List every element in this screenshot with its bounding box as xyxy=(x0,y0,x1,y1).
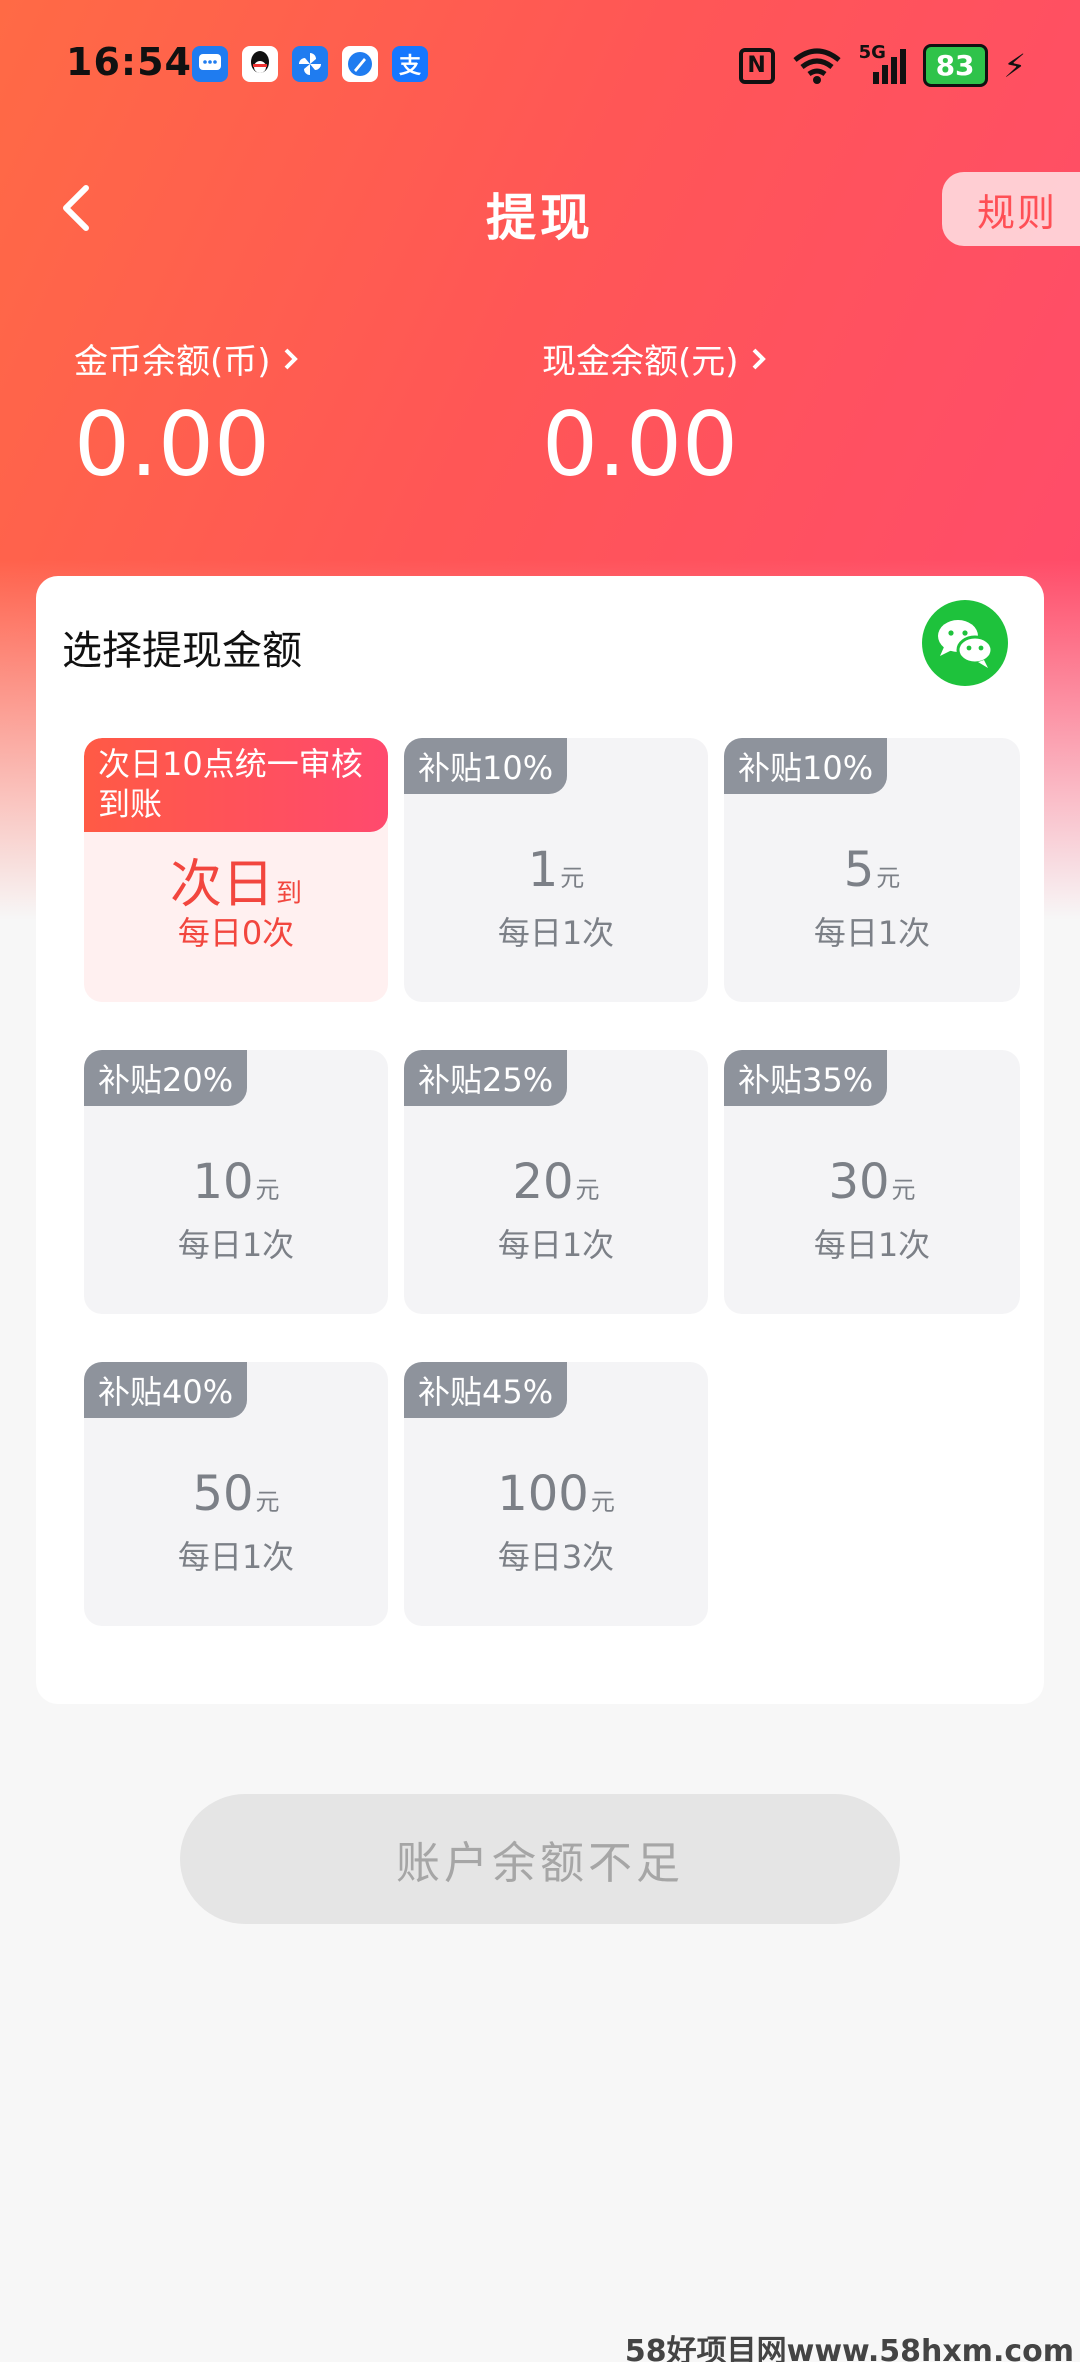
withdraw-title: 选择提现金额 xyxy=(62,628,302,674)
withdraw-submit-button[interactable]: 账户余额不足 xyxy=(180,1794,900,1924)
option-tag: 补贴35% xyxy=(724,1050,888,1106)
option-unit: 元 xyxy=(255,1488,280,1516)
withdraw-card: 选择提现金额 次日10点统一审核到账 次日到 每日0次 补贴10% 1元 每日1… xyxy=(36,576,1044,1704)
option-frequency: 每日3次 xyxy=(497,1538,615,1576)
nfc-icon: N xyxy=(738,47,775,84)
system-icons: N 5G 83 ⚡ xyxy=(738,42,1026,87)
option-unit: 元 xyxy=(255,1176,280,1204)
amount-option-next-day[interactable]: 次日10点统一审核到账 次日到 每日0次 xyxy=(84,738,388,1002)
watermark: 58好项目网www.58hxm.com xyxy=(624,2334,1074,2362)
battery-indicator: 83 xyxy=(922,44,988,87)
option-tag: 次日10点统一审核到账 xyxy=(84,738,388,832)
amount-option-1[interactable]: 补贴10% 1元 每日1次 xyxy=(404,738,708,1002)
option-frequency: 每日1次 xyxy=(813,1226,931,1264)
option-amount: 5 xyxy=(843,842,875,898)
option-unit: 元 xyxy=(560,864,585,892)
network-type: 5G xyxy=(858,41,886,63)
status-time: 16:54 xyxy=(66,40,192,84)
option-frequency: 每日1次 xyxy=(497,1226,615,1264)
option-amount: 30 xyxy=(828,1154,890,1210)
amount-option-10[interactable]: 补贴20% 10元 每日1次 xyxy=(84,1050,388,1314)
page-title: 提现 xyxy=(486,189,594,247)
pinwheel-icon xyxy=(292,46,328,82)
coin-balance[interactable]: 金币余额(币) 0.00 xyxy=(74,334,299,496)
option-amount: 10 xyxy=(192,1154,254,1210)
option-frequency: 每日1次 xyxy=(497,914,615,952)
option-tag: 补贴10% xyxy=(724,738,888,794)
option-amount: 20 xyxy=(512,1154,574,1210)
qq-icon xyxy=(242,46,278,82)
wifi-icon xyxy=(792,48,841,84)
notification-icons: 支 xyxy=(192,46,428,82)
option-amount: 1 xyxy=(527,842,559,898)
amount-option-30[interactable]: 补贴35% 30元 每日1次 xyxy=(724,1050,1020,1314)
option-amount: 50 xyxy=(192,1466,254,1522)
option-tag: 补贴10% xyxy=(404,738,568,794)
option-unit: 元 xyxy=(891,1176,916,1204)
browser-icon xyxy=(342,46,378,82)
option-tag: 补贴45% xyxy=(404,1362,568,1418)
amount-option-5[interactable]: 补贴10% 5元 每日1次 xyxy=(724,738,1020,1002)
option-frequency: 每日1次 xyxy=(177,1226,295,1264)
option-unit: 元 xyxy=(876,864,901,892)
cash-balance-label: 现金余额(元) xyxy=(542,342,739,382)
message-icon xyxy=(192,46,228,82)
option-amount: 次日 xyxy=(169,855,274,915)
amount-option-50[interactable]: 补贴40% 50元 每日1次 xyxy=(84,1362,388,1626)
option-frequency: 每日1次 xyxy=(813,914,931,952)
coin-balance-value: 0.00 xyxy=(74,393,270,496)
option-amount: 100 xyxy=(497,1466,589,1522)
option-tag: 补贴25% xyxy=(404,1050,568,1106)
alipay-icon: 支 xyxy=(392,46,428,82)
cash-balance-value: 0.00 xyxy=(542,393,738,496)
cash-balance[interactable]: 现金余额(元) 0.00 xyxy=(542,334,767,496)
option-unit: 到 xyxy=(276,879,303,909)
option-frequency: 每日0次 xyxy=(177,914,295,952)
option-tag: 补贴20% xyxy=(84,1050,248,1106)
amount-option-20[interactable]: 补贴25% 20元 每日1次 xyxy=(404,1050,708,1314)
status-bar: 16:54 支 N 5G 83 ⚡ xyxy=(0,0,1080,130)
charging-icon: ⚡ xyxy=(1003,46,1026,85)
option-tag: 补贴40% xyxy=(84,1362,248,1418)
signal-icon: 5G xyxy=(859,42,907,86)
chevron-right-icon xyxy=(284,348,298,369)
amount-option-100[interactable]: 补贴45% 100元 每日3次 xyxy=(404,1362,708,1626)
coin-balance-label: 金币余额(币) xyxy=(74,342,271,382)
option-unit: 元 xyxy=(590,1488,615,1516)
option-frequency: 每日1次 xyxy=(177,1538,295,1576)
option-unit: 元 xyxy=(575,1176,600,1204)
rules-button[interactable]: 规则 xyxy=(942,172,1080,246)
wechat-icon[interactable] xyxy=(922,600,1008,686)
chevron-right-icon xyxy=(752,348,766,369)
